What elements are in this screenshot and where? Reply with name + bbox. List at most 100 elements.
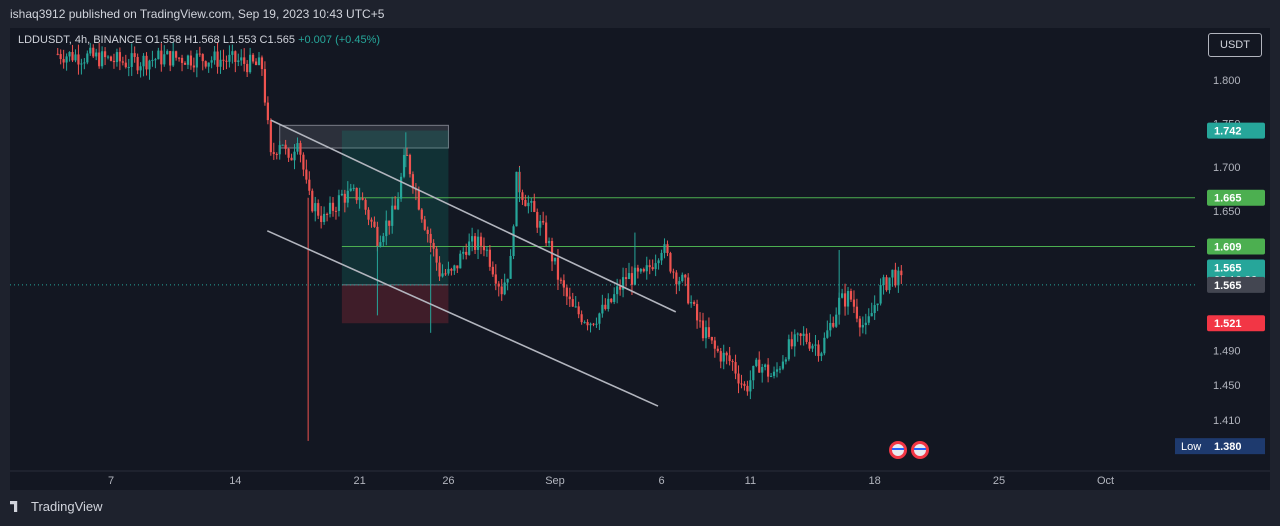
candle-body <box>882 277 885 286</box>
candle-body <box>663 244 666 253</box>
candlestick-chart[interactable]: 1.8001.7501.7001.6501.5201.4901.4501.410… <box>10 28 1270 490</box>
candle-body <box>684 274 687 278</box>
candle-body <box>565 287 568 297</box>
candle-body <box>772 371 776 376</box>
candle-body <box>755 359 758 366</box>
candle-body <box>657 260 660 264</box>
candle-body <box>216 51 219 67</box>
candle-body <box>74 54 77 61</box>
time-tick-label: Oct <box>1097 475 1114 487</box>
candle-body <box>592 323 595 325</box>
candle-body <box>349 188 352 191</box>
candle-body <box>607 298 610 309</box>
symbol-legend: LDDUSDT, 4h, BINANCE O1.558 H1.568 L1.55… <box>18 34 380 46</box>
candle-body <box>101 51 104 67</box>
candle-body <box>695 304 699 321</box>
candle-body <box>142 55 145 67</box>
time-tick-label: 14 <box>229 475 241 487</box>
candle-body <box>175 51 178 58</box>
candle-body <box>660 252 663 261</box>
candle-body <box>249 54 252 73</box>
candle-body <box>894 269 897 286</box>
candle-body <box>115 52 119 63</box>
candle-body <box>728 355 731 362</box>
candle-body <box>269 120 272 153</box>
candle-body <box>382 236 385 243</box>
candle-body <box>251 54 255 62</box>
candle-body <box>417 190 420 210</box>
candle-body <box>92 47 95 57</box>
price-tick-label: 1.800 <box>1213 75 1241 87</box>
candle-body <box>287 148 290 158</box>
us-economic-event-icon[interactable] <box>889 441 907 459</box>
currency-button[interactable]: USDT <box>1208 33 1262 57</box>
change-value: +0.007 (+0.45%) <box>298 34 381 46</box>
candle-body <box>675 272 678 285</box>
candle-body <box>515 171 518 227</box>
candle-body <box>160 50 163 65</box>
candle-body <box>204 61 207 67</box>
candle-body <box>787 339 790 360</box>
candle-body <box>275 153 278 155</box>
candle-body <box>725 352 728 356</box>
candle-body <box>577 306 580 315</box>
candle-body <box>687 277 690 304</box>
candle-body <box>447 268 450 274</box>
candle-body <box>272 152 275 154</box>
candle-body <box>654 263 657 270</box>
price-label-text: 1.609 <box>1214 242 1242 254</box>
candle-body <box>462 251 465 254</box>
candle-body <box>583 322 586 324</box>
candle-body <box>151 59 154 61</box>
us-economic-event-icon[interactable] <box>911 441 929 459</box>
candle-body <box>562 280 565 288</box>
candle-body <box>201 54 204 62</box>
candle-body <box>746 385 749 392</box>
candle-body <box>337 195 341 212</box>
candle-body <box>488 249 491 267</box>
candle-body <box>829 322 832 331</box>
candle-body <box>468 241 471 255</box>
candle-body <box>749 380 752 392</box>
candle-body <box>503 282 506 295</box>
candle-body <box>352 187 355 189</box>
candle-body <box>843 293 847 307</box>
candle-body <box>59 54 62 60</box>
candle-body <box>361 198 364 200</box>
candle-body <box>553 257 557 262</box>
candle-body <box>183 62 187 65</box>
candle-body <box>103 51 107 58</box>
candle-body <box>118 52 121 62</box>
candle-body <box>86 53 89 63</box>
candle-body <box>148 60 151 70</box>
candle-body <box>435 248 438 263</box>
candle-body <box>642 268 645 272</box>
candle-body <box>177 57 181 59</box>
candle-body <box>870 313 873 317</box>
candle-body <box>509 256 512 279</box>
candle-body <box>494 274 497 284</box>
candle-body <box>775 369 779 372</box>
candle-body <box>391 205 394 226</box>
candle-body <box>616 286 619 295</box>
chart-area[interactable]: 1.8001.7501.7001.6501.5201.4901.4501.410… <box>10 28 1270 490</box>
candle-body <box>858 318 861 328</box>
candle-body <box>811 345 814 349</box>
candle-body <box>192 65 195 68</box>
candle-body <box>402 154 406 177</box>
candle-body <box>864 322 867 326</box>
candle-body <box>533 201 536 212</box>
candle-body <box>669 253 672 272</box>
tradingview-logo[interactable]: TradingView <box>10 499 103 514</box>
candle-body <box>246 63 249 73</box>
candle-body <box>355 187 358 201</box>
candle-body <box>231 51 234 55</box>
candle-body <box>704 327 708 339</box>
candle-body <box>68 51 71 57</box>
candle-body <box>257 57 261 66</box>
chart-background <box>10 28 1270 490</box>
candle-body <box>506 278 509 283</box>
candle-body <box>690 302 693 304</box>
candle-body <box>423 219 426 230</box>
time-tick-label: Sep <box>545 475 565 487</box>
